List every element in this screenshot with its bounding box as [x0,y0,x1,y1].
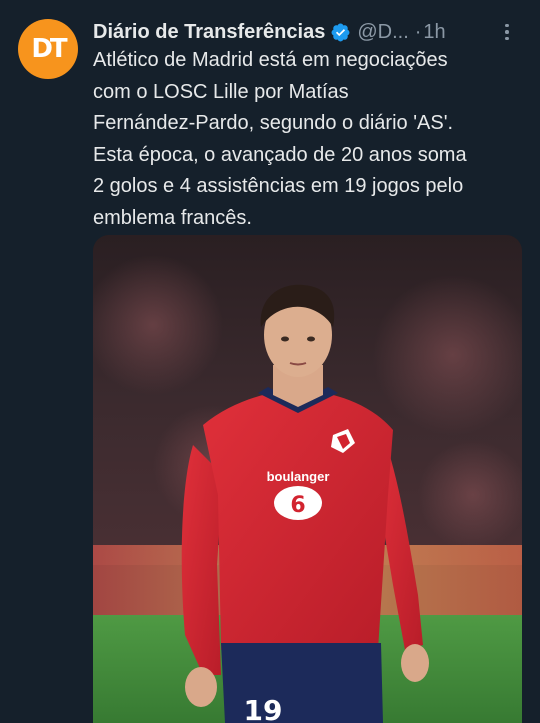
tweet-card[interactable]: DT Diário de Transferências @D... · 1h A… [0,0,540,723]
tweet-text-line: com o LOSC Lille por Matías [93,80,349,103]
more-options-icon[interactable] [496,21,518,43]
author-display-name[interactable]: Diário de Transferências [93,21,325,44]
shorts-number-text: 19 [244,694,283,723]
verified-badge-icon[interactable] [330,22,351,43]
svg-text:6: 6 [290,493,305,518]
shirt-sponsor-text: boulanger [267,469,330,484]
author-handle[interactable]: @D... [357,21,408,44]
player-photo: boulanger 6 19 [93,235,522,723]
tweet-text-line: Esta época, o avançado de 20 anos soma [93,143,467,166]
tweet-text-line: 2 golos e 4 assistências em 19 jogos pel… [93,175,464,197]
tweet-header: Diário de Transferências @D... · 1h [93,17,526,47]
tweet-text-line: Fernández-Pardo, segundo o diário 'AS'. [93,112,454,134]
header-separator: · [414,20,422,43]
avatar-initials: DT [31,34,67,64]
tweet-media-photo[interactable]: boulanger 6 19 [93,235,522,723]
tweet-timestamp[interactable]: 1h [423,21,445,44]
tweet-text-line: emblema francês. [93,206,252,229]
tweet-text: Atlético de Madrid está em negociações c… [93,45,528,234]
tweet-text-line: Atlético de Madrid está em negociações [93,49,448,71]
author-avatar[interactable]: DT [18,19,78,79]
